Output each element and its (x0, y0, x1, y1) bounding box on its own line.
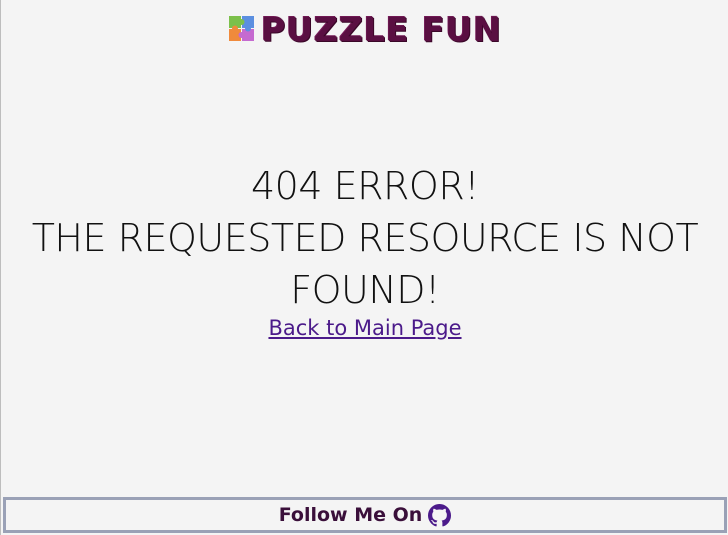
error-content: 404 ERROR! THE REQUESTED RESOURCE IS NOT… (1, 160, 728, 340)
error-title: 404 ERROR! (251, 164, 479, 208)
brand-name[interactable]: PUZZLE FUN (261, 13, 502, 46)
puzzle-piece-icon (228, 15, 255, 42)
error-message-line2: FOUND! (290, 268, 440, 312)
back-to-main-link[interactable]: Back to Main Page (268, 316, 461, 340)
footer: Follow Me On (3, 497, 727, 533)
follow-label: Follow Me On (278, 504, 423, 526)
error-message-line1: THE REQUESTED RESOURCE IS NOT (31, 216, 699, 260)
github-icon[interactable] (428, 503, 452, 527)
header: PUZZLE FUN (1, 6, 728, 50)
page: PUZZLE FUN 404 ERROR! THE REQUESTED RESO… (0, 0, 728, 535)
